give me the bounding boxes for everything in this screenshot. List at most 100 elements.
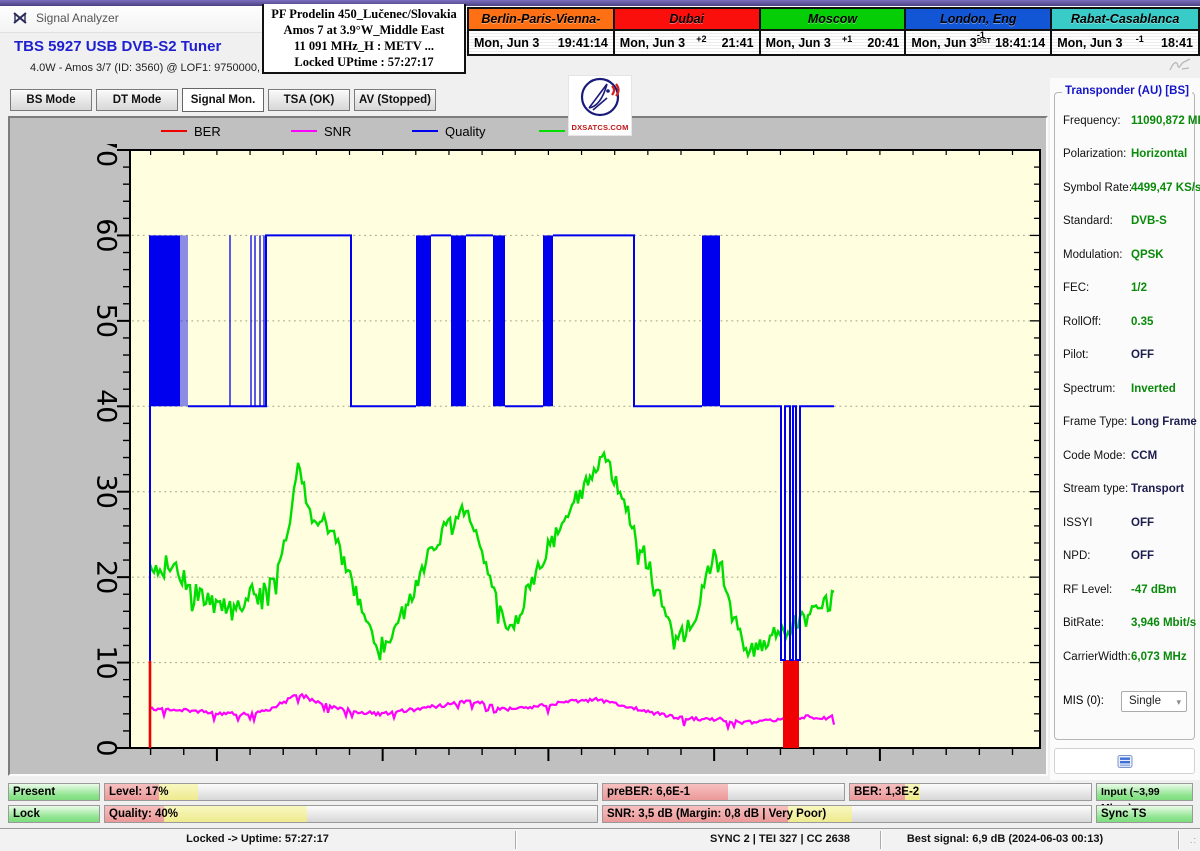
statusbar-sync-info: SYNC 2 | TEI 327 | CC 2638 <box>640 829 920 851</box>
field-issyi: ISSYIOFF <box>1055 517 1194 533</box>
clock-time-row: Mon, Jun 3 -1DST 18:41:14 <box>906 31 1050 54</box>
legend-label: BER <box>194 124 221 139</box>
clock-city-label: Dubai <box>615 9 759 31</box>
clock-dubai: Dubai Mon, Jun 3 +2 21:41 <box>615 9 761 54</box>
tab-tsa[interactable]: TSA (OK) <box>268 89 350 111</box>
snr-bar: SNR: 3,5 dB (Margin: 0,8 dB | Very Poor) <box>602 805 1092 823</box>
signal-chart-svg: 0 10 20 30 40 50 60 70 <box>10 144 1046 774</box>
snr-line-swatch <box>291 130 317 132</box>
input-indicator: Input (~3,99 Mbps) <box>1096 783 1193 801</box>
clock-time: 19:41:14 <box>554 36 608 50</box>
world-clock-widget: Berlin-Paris-Vienna-Roma Mon, Jun 3 19:4… <box>467 7 1200 56</box>
legend-item-quality: Quality <box>412 124 539 139</box>
ber-bar: BER: 1,3E-2 <box>849 783 1092 801</box>
clock-date: Mon, Jun 3 <box>474 36 539 50</box>
annotation-line-4: Locked UPtime : 57:27:17 <box>264 54 464 70</box>
svg-text:30: 30 <box>91 475 122 509</box>
svg-text:60: 60 <box>91 218 122 252</box>
chevron-down-icon: ▾ <box>1176 693 1181 712</box>
field-standard: Standard:DVB-S <box>1055 215 1194 231</box>
drive-icon <box>1117 755 1133 768</box>
svg-text:50: 50 <box>91 304 122 338</box>
clock-time: 18:41:14 <box>991 36 1045 50</box>
quality-line-swatch <box>412 130 438 132</box>
svg-text:10: 10 <box>91 645 122 679</box>
statusbar-divider <box>515 831 517 849</box>
transponder-groupbox: Transponder (AU) [BS] Frequency:11090,87… <box>1054 92 1195 740</box>
clock-city-label: London, Eng <box>906 9 1050 31</box>
statusbar-divider <box>1178 831 1180 849</box>
mis-select[interactable]: Single ▾ <box>1121 691 1187 712</box>
snr-bar-label: SNR: 3,5 dB (Margin: 0,8 dB | Very Poor) <box>607 806 826 822</box>
chart-legend: BER SNR Quality Level <box>10 119 1046 143</box>
dst-label: DST <box>977 38 991 45</box>
clock-time-row: Mon, Jun 3 +2 21:41 <box>615 31 759 54</box>
field-rolloff: RollOff:0.35 <box>1055 316 1194 332</box>
clock-date: Mon, Jun 3 <box>911 36 976 50</box>
svg-text:0: 0 <box>91 739 122 756</box>
svg-text:20: 20 <box>91 560 122 594</box>
tuner-title: TBS 5927 USB DVB-S2 Tuner <box>14 38 221 55</box>
bottom-statusbar: Locked -> Uptime: 57:27:17 SYNC 2 | TEI … <box>0 828 1200 851</box>
record-drive-button[interactable] <box>1054 748 1195 774</box>
ber-line-swatch <box>161 130 187 132</box>
field-rf-level: RF Level:-47 dBm <box>1055 584 1194 600</box>
field-polarization: Polarization:Horizontal <box>1055 148 1194 164</box>
annotation-line-3: 11 091 MHz_H : METV ... <box>264 38 464 54</box>
field-carrierwidth: CarrierWidth:6,073 MHz <box>1055 651 1194 667</box>
clock-city-label: Moscow <box>761 9 905 31</box>
quality-bar-yellow-fill <box>164 806 307 822</box>
tab-bs-mode[interactable]: BS Mode <box>10 89 92 111</box>
field-code-mode: Code Mode:CCM <box>1055 450 1194 466</box>
signal-analyzer-window: { "window": { "title": "Signal Analyzer"… <box>0 0 1200 850</box>
sync-ts-indicator: Sync TS <box>1096 805 1193 823</box>
signal-chart: 0 10 20 30 40 50 60 70 <box>10 144 1046 774</box>
annotation-line-2: Amos 7 at 3.9°W_Middle East <box>264 22 464 38</box>
statusbar-best-signal: Best signal: 6,9 dB (2024-06-03 00:13) <box>885 829 1125 851</box>
clock-date: Mon, Jun 3 <box>620 36 685 50</box>
clock-offset: +1 <box>842 34 852 44</box>
field-modulation: Modulation:QPSK <box>1055 249 1194 265</box>
statusbar-uptime: Locked -> Uptime: 57:27:17 <box>0 829 515 851</box>
level-bar-label: Level: 17% <box>109 784 168 800</box>
svg-text:40: 40 <box>91 389 122 423</box>
status-row-2: Lock Quality: 40% SNR: 3,5 dB (Margin: 0… <box>0 805 1200 823</box>
clock-time: 21:41 <box>718 36 754 50</box>
clock-london: London, Eng Mon, Jun 3 -1DST 18:41:14 <box>906 9 1052 54</box>
tab-av[interactable]: AV (Stopped) <box>354 89 436 111</box>
preber-bar-label: preBER: 6,6E-1 <box>607 784 690 800</box>
clock-time: 18:41 <box>1157 36 1193 50</box>
transponder-title: Transponder (AU) [BS] <box>1062 85 1192 97</box>
svg-text:70: 70 <box>91 144 122 167</box>
clock-offset: -1 <box>1136 34 1144 44</box>
field-frequency: Frequency:11090,872 MHz <box>1055 115 1194 131</box>
field-spectrum: Spectrum:Inverted <box>1055 383 1194 399</box>
legend-label: Quality <box>445 124 485 139</box>
field-fec: FEC:1/2 <box>1055 282 1194 298</box>
clock-city-label: Berlin-Paris-Vienna-Roma <box>469 9 613 31</box>
field-frame-type: Frame Type:Long Frame <box>1055 416 1194 432</box>
satellite-dish-icon <box>577 76 623 120</box>
field-npd: NPD:OFF <box>1055 550 1194 566</box>
clock-date: Mon, Jun 3 <box>1057 36 1122 50</box>
clock-time-row: Mon, Jun 3 +1 20:41 <box>761 31 905 54</box>
clock-moscow: Moscow Mon, Jun 3 +1 20:41 <box>761 9 907 54</box>
field-stream-type: Stream type:Transport <box>1055 483 1194 499</box>
clock-time: 20:41 <box>863 36 899 50</box>
resize-grip[interactable]: .: <box>1190 835 1197 845</box>
app-icon <box>12 10 28 31</box>
present-indicator: Present <box>8 783 100 801</box>
clock-time-row: Mon, Jun 3 19:41:14 <box>469 31 613 54</box>
field-mis: MIS (0): Single ▾ <box>1055 691 1194 713</box>
level-line-swatch <box>539 130 565 132</box>
logo-text: DXSATCS.COM <box>569 123 631 132</box>
clock-offset: +2 <box>696 34 706 44</box>
legend-item-ber: BER <box>161 124 291 139</box>
tab-signal-mon[interactable]: Signal Mon. <box>182 88 264 112</box>
annotation-box: PF Prodelin 450_Lučenec/Slovakia Amos 7 … <box>262 4 466 74</box>
tab-dt-mode[interactable]: DT Mode <box>96 89 178 111</box>
signature-icon <box>1168 57 1192 78</box>
quality-bar: Quality: 40% <box>104 805 598 823</box>
clock-rabat: Rabat-Casablanca Mon, Jun 3 -1 18:41 <box>1052 9 1198 54</box>
field-pilot: Pilot:OFF <box>1055 349 1194 365</box>
